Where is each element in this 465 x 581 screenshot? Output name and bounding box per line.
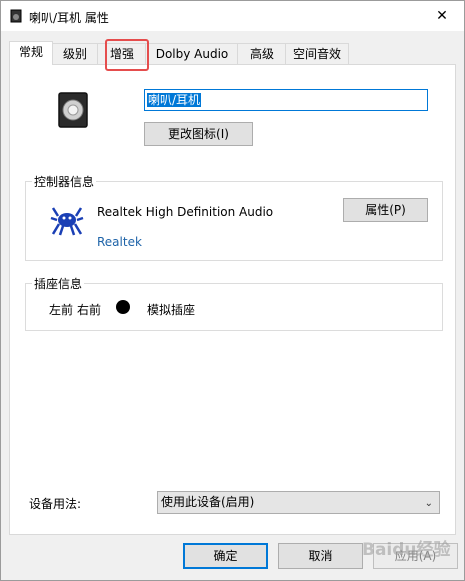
- jack-type: 模拟插座: [147, 303, 196, 317]
- jack-front-left: 左前: [49, 303, 74, 317]
- controller-properties-button[interactable]: 属性(P): [343, 198, 428, 222]
- device-usage-select[interactable]: 使用此设备(启用) ⌄: [157, 491, 440, 514]
- speaker-device-icon: [58, 92, 88, 128]
- controller-info-label: 控制器信息: [32, 173, 97, 190]
- tab-dolby-audio[interactable]: Dolby Audio: [145, 43, 239, 65]
- title-bar: 喇叭/耳机 属性 ✕: [1, 1, 464, 31]
- chevron-down-icon: ⌄: [424, 498, 433, 509]
- controller-device-name: Realtek High Definition Audio: [97, 205, 274, 219]
- jack-connector-icon: [116, 300, 130, 314]
- device-usage-selected-value: 使用此设备(启用): [161, 495, 255, 509]
- svg-text:Baidu经验: Baidu经验: [362, 539, 452, 560]
- window-title: 喇叭/耳机 属性: [29, 11, 109, 25]
- change-icon-button[interactable]: 更改图标(I): [144, 122, 253, 146]
- tab-general[interactable]: 常规: [9, 41, 53, 65]
- ok-button[interactable]: 确定: [183, 543, 268, 569]
- sound-properties-dialog: 喇叭/耳机 属性 ✕ 常规 级别 增强 Dolby Audio 高级 空间音效 …: [0, 0, 465, 581]
- close-button[interactable]: ✕: [420, 1, 464, 31]
- tab-levels[interactable]: 级别: [51, 43, 99, 65]
- tab-advanced[interactable]: 高级: [237, 43, 287, 65]
- tab-highlight-annotation: [105, 39, 149, 71]
- baidu-watermark: Baidu经验: [362, 539, 452, 560]
- realtek-vendor-link[interactable]: Realtek: [97, 235, 142, 249]
- jack-info-label: 插座信息: [32, 275, 85, 292]
- device-name-input[interactable]: 喇叭/耳机: [144, 89, 428, 111]
- realtek-crab-logo-icon: [50, 207, 84, 236]
- device-usage-label: 设备用法:: [29, 497, 82, 511]
- tab-spatial-sound[interactable]: 空间音效: [285, 43, 349, 65]
- jack-front-right: 右前: [77, 303, 102, 317]
- speaker-icon: [10, 9, 22, 23]
- cancel-button[interactable]: 取消: [278, 543, 363, 569]
